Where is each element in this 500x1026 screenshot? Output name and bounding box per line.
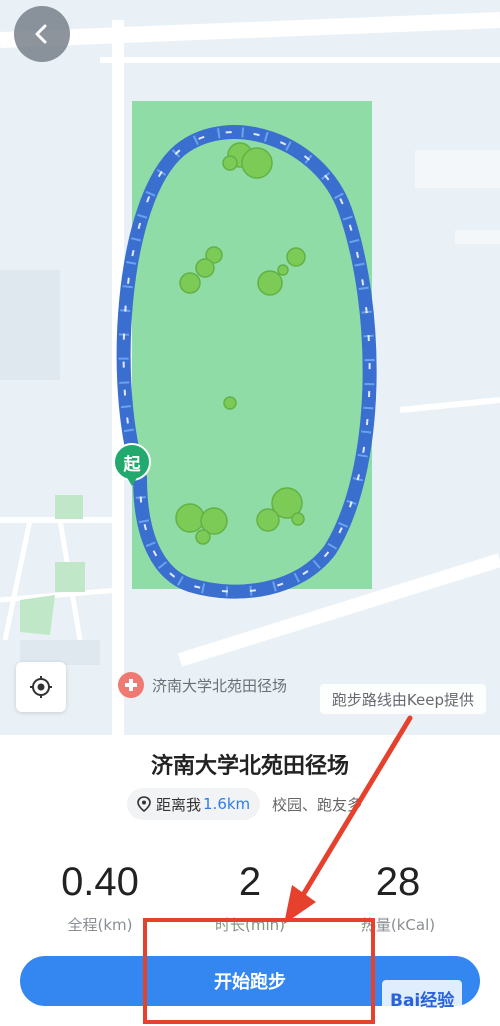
back-button[interactable] (14, 6, 70, 62)
start-marker-tail (126, 476, 138, 486)
poi-label: 济南大学北苑田径场 (152, 676, 288, 695)
hospital-icon (118, 672, 144, 698)
map-canvas (0, 12, 500, 735)
stat-value: 0.40 (61, 860, 139, 904)
baidu-watermark: Bai经验 (382, 980, 463, 1016)
annotation-arrow (284, 715, 413, 924)
distance-chip: 距离我 1.6km (127, 788, 261, 820)
distance-value: 1.6km (203, 795, 251, 813)
distance-label: 距离我 (156, 795, 202, 814)
back-icon (35, 24, 47, 44)
start-marker[interactable]: 起 (113, 443, 151, 493)
poi-marker[interactable]: 济南大学北苑田径场 (118, 672, 287, 698)
locate-icon (30, 676, 52, 698)
location-pin-icon (137, 796, 151, 812)
locate-button[interactable] (16, 662, 66, 712)
track-name: 济南大学北苑田径场 (150, 754, 349, 779)
map-view[interactable]: 起 济南大学北苑田径场 跑步路线由Keep提供 (0, 0, 500, 735)
